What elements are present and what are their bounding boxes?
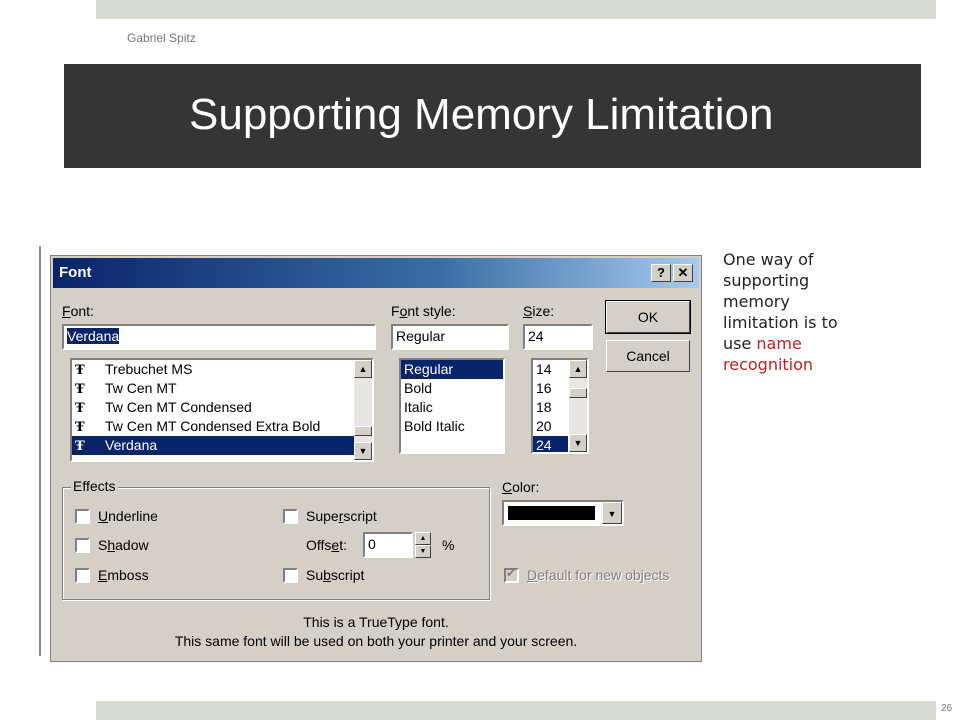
top-accent-bar <box>96 0 936 19</box>
font-name-input[interactable]: Verdana <box>62 324 376 350</box>
truetype-icon: Ŧ <box>75 363 85 378</box>
dialog-title: Font <box>59 264 92 281</box>
checkmark-icon: ✔ <box>506 566 517 580</box>
shadow-checkbox[interactable] <box>75 538 90 553</box>
font-list-scrollbar[interactable]: ▲ ▼ <box>354 360 372 460</box>
close-button[interactable]: ✕ <box>673 264 693 282</box>
emboss-checkbox[interactable] <box>75 568 90 583</box>
dialog-titlebar: Font ? ✕ <box>53 258 699 288</box>
shadow-label: Shadow <box>98 537 149 553</box>
scroll-thumb[interactable] <box>354 426 372 436</box>
list-item[interactable]: Bold <box>401 379 503 398</box>
font-style-list[interactable]: Regular Bold Italic Bold Italic <box>399 358 505 454</box>
list-item[interactable]: Ŧ Tw Cen MT Condensed Extra Bold <box>72 417 372 436</box>
list-item[interactable]: Ŧ Trebuchet MS <box>72 360 372 379</box>
list-item-selected[interactable]: Regular <box>401 360 503 379</box>
cancel-button[interactable]: Cancel <box>606 340 690 372</box>
truetype-icon: Ŧ <box>75 420 85 435</box>
truetype-info-line1: This is a TrueType font. <box>303 614 449 630</box>
truetype-icon: Ŧ <box>75 382 85 397</box>
slide-title: Supporting Memory Limitation <box>189 90 774 139</box>
emboss-label: Emboss <box>98 567 149 583</box>
list-item[interactable]: 16 <box>533 379 568 398</box>
font-style-label: Font style: <box>391 303 456 319</box>
font-name-value: Verdana <box>67 328 120 344</box>
effects-group: Effects Underline Shadow Emboss Superscr… <box>62 478 490 600</box>
bottom-accent-bar <box>96 701 936 720</box>
list-item[interactable]: Ŧ Tw Cen MT <box>72 379 372 398</box>
scroll-down-icon[interactable]: ▼ <box>569 434 587 452</box>
size-list[interactable]: 14 16 18 20 24 ▲ ▼ <box>531 358 589 454</box>
size-input[interactable]: 24 <box>523 324 593 350</box>
truetype-info-line2: This same font will be used on both your… <box>174 633 578 649</box>
scroll-up-icon[interactable]: ▲ <box>354 360 372 378</box>
subscript-checkbox[interactable] <box>283 568 298 583</box>
list-item[interactable]: Ŧ Tw Cen MT Condensed <box>72 398 372 417</box>
slide-author: Gabriel Spitz <box>127 31 196 45</box>
help-button[interactable]: ? <box>651 264 671 282</box>
side-note: One way of supporting memory limitation … <box>723 249 868 375</box>
effects-title: Effects <box>71 478 118 494</box>
chevron-down-icon[interactable]: ▼ <box>602 502 622 524</box>
underline-checkbox[interactable] <box>75 509 90 524</box>
scroll-up-icon[interactable]: ▲ <box>569 360 587 378</box>
list-item-selected[interactable]: Ŧ Verdana <box>72 436 372 455</box>
color-dropdown[interactable]: ▼ <box>502 500 624 526</box>
offset-stepper[interactable]: ▲ ▼ <box>415 532 431 558</box>
spin-up-icon[interactable]: ▲ <box>415 532 431 545</box>
superscript-label: Superscript <box>306 508 377 524</box>
color-label: Color: <box>502 479 540 495</box>
page-number: 26 <box>941 703 953 714</box>
offset-label: Offset: <box>306 537 347 553</box>
truetype-icon: Ŧ <box>75 401 85 416</box>
font-list[interactable]: Ŧ Trebuchet MS Ŧ Tw Cen MT Ŧ Tw Cen MT Cond… <box>70 358 374 462</box>
offset-unit: % <box>442 537 455 553</box>
font-style-input[interactable]: Regular <box>391 324 509 350</box>
font-dialog: Font ? ✕ Font: Verdana Ŧ Trebuchet MS Ŧ Tw… <box>50 255 702 662</box>
superscript-checkbox[interactable] <box>283 509 298 524</box>
color-swatch <box>508 506 595 520</box>
underline-label: Underline <box>98 508 158 524</box>
list-item[interactable]: 14 <box>533 360 568 379</box>
scroll-thumb[interactable] <box>569 388 587 398</box>
size-list-scrollbar[interactable]: ▲ ▼ <box>569 360 587 452</box>
list-item[interactable]: 20 <box>533 417 568 436</box>
size-label: Size: <box>523 303 555 319</box>
ok-button[interactable]: OK <box>605 300 691 334</box>
font-label: Font: <box>62 303 94 319</box>
scroll-down-icon[interactable]: ▼ <box>354 442 372 460</box>
default-label: Default for new objects <box>527 567 670 583</box>
offset-input[interactable]: 0 <box>363 532 413 558</box>
screenshot-edge <box>39 246 41 656</box>
list-item[interactable]: Italic <box>401 398 503 417</box>
list-item[interactable]: 18 <box>533 398 568 417</box>
list-item[interactable]: Bold Italic <box>401 417 503 436</box>
subscript-label: Subscript <box>306 567 365 583</box>
spin-down-icon[interactable]: ▼ <box>415 545 431 558</box>
truetype-icon: Ŧ <box>75 439 85 454</box>
title-band: Supporting Memory Limitation <box>64 64 921 168</box>
list-item-selected[interactable]: 24 <box>533 436 568 452</box>
default-checkbox[interactable]: ✔ <box>504 566 519 583</box>
